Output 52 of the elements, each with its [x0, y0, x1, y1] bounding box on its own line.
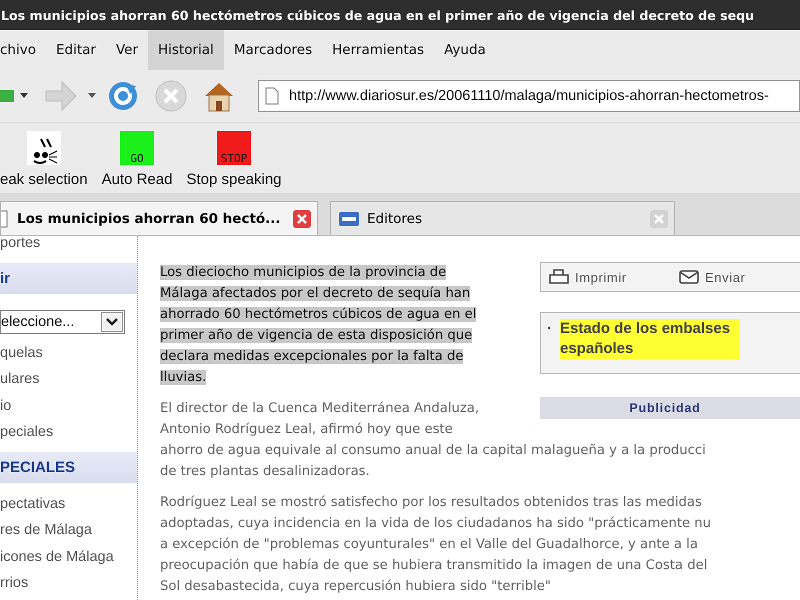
reload-icon[interactable]	[106, 79, 140, 113]
page-icon	[1, 210, 9, 228]
printer-icon	[549, 269, 569, 285]
sidebar-link[interactable]: peciales	[0, 419, 137, 446]
menu-item[interactable]: Herramientas	[322, 30, 434, 70]
article-text-line: a excepción de "problemas coyunturales" en el Valle del Guadalhorce, y ante a la	[160, 537, 698, 552]
speech-icon: STOP	[216, 131, 251, 165]
menu-item[interactable]: Marcadores	[224, 30, 322, 70]
article-text-line: preocupación que había de que se hubiera transmitido la imagen de una Costa del	[160, 558, 708, 573]
address-bar[interactable]: http://www.diariosur.es/20061110/malaga/municipios-ahorran-hectometros-	[258, 80, 800, 112]
article-text-line: de tres plantas desalinizadoras.	[160, 464, 370, 479]
related-link[interactable]: Estado de los embalses españoles	[560, 319, 740, 359]
sidebar-link[interactable]: rrios	[0, 570, 137, 596]
sidebar-link[interactable]: icones de Málaga	[0, 544, 137, 570]
tool-link[interactable]: Imprimir	[549, 269, 679, 285]
sidebar-link[interactable]: pectativas	[0, 490, 137, 517]
menu-item[interactable]: Ver	[106, 30, 148, 70]
window-title: Los municipios ahorran 60 hectómetros cúbicos de agua en el primer año de vigencia del decreto de sequ	[0, 8, 754, 22]
section-header: PECIALES	[0, 452, 137, 482]
page-icon	[265, 87, 279, 105]
article-text-line: ahorro de agua equivale al consumo anual de la capital malagueña y a la producci	[160, 443, 706, 458]
dropdown-field[interactable]: eleccione...	[0, 310, 125, 334]
browser-tab[interactable]: Los municipios ahorran 60 hectó...	[0, 201, 318, 235]
menu-item[interactable]: Historial	[148, 30, 224, 70]
article-text-line: El director de la Cuenca Mediterránea Andaluza,	[160, 401, 480, 416]
bullet: ·	[547, 320, 552, 337]
close-icon[interactable]	[293, 210, 311, 228]
sidebar-link[interactable]: quelas	[0, 340, 137, 366]
speech-icon: GO	[120, 131, 154, 165]
menu-item[interactable]: Ayuda	[434, 30, 496, 70]
envelope-icon	[679, 270, 699, 284]
menu-item[interactable]: Editar	[46, 30, 106, 70]
section-header: ir	[0, 262, 137, 294]
article-text-line: Sol desabastecida, cuya repercusión hubiera sido "terrible"	[160, 579, 551, 594]
site-icon	[339, 212, 359, 226]
chevron-icon	[106, 318, 118, 326]
sidebar-link[interactable]: ulares	[0, 366, 137, 392]
article-text-line: adoptadas, cuya incidencia en la vida de los ciudadanos ha sido "prácticamente nu	[160, 516, 712, 531]
toolbar-button[interactable]: GO Auto Read	[102, 123, 172, 188]
speaker-icon	[26, 131, 61, 165]
sidebar-link[interactable]: io	[0, 392, 137, 419]
browser-tab[interactable]: Editores	[330, 201, 675, 235]
sidebar-link[interactable]: res de Málaga	[0, 517, 137, 544]
url-text: http://www.diariosur.es/20061110/malaga/municipios-ahorran-hectometros-	[289, 88, 769, 104]
toolbar-button[interactable]: STOP Stop speaking	[186, 123, 282, 188]
ad-label: Publicidad	[629, 401, 701, 415]
menu-item[interactable]: chivo	[0, 30, 46, 70]
tool-link[interactable]: Enviar	[679, 270, 800, 284]
article-text-line: Rodríguez Leal se mostró satisfecho por los resultados obtenidos tras las medidas	[160, 495, 702, 510]
article-text-line: Antonio Rodríguez Leal, afirmó hoy que este	[160, 422, 453, 437]
stop-icon[interactable]	[154, 79, 188, 113]
toolbar-button[interactable]: eak selection	[0, 123, 88, 188]
